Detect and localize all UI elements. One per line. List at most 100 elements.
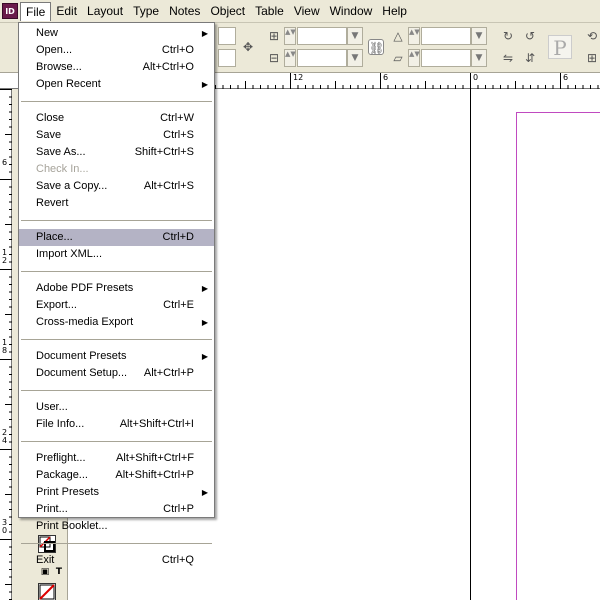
submenu-arrow-icon: ▶	[201, 29, 208, 38]
ruler-label: 6	[383, 73, 389, 82]
file-menu-file-info[interactable]: File Info... Alt+Shift+Ctrl+I	[19, 416, 214, 433]
rotate-cw-icon[interactable]: ↻	[500, 28, 516, 44]
file-menu-print[interactable]: Print... Ctrl+P	[19, 501, 214, 518]
menu-help[interactable]: Help	[377, 2, 412, 21]
menu-separator	[21, 220, 212, 221]
vertical-ruler[interactable]: 6 1 2 1 8 2 4 3 0	[0, 89, 12, 600]
menu-label: User...	[36, 401, 68, 413]
select-container-icon[interactable]: ⟲	[584, 28, 600, 44]
file-menu-document-setup[interactable]: Document Setup... Alt+Ctrl+P	[19, 365, 214, 382]
file-menu-open-recent[interactable]: Open Recent ▶	[19, 76, 214, 93]
menu-table[interactable]: Table	[250, 2, 289, 21]
menu-label: Print Booklet...	[36, 520, 108, 532]
flip-vertical-icon[interactable]: ⇵	[522, 50, 538, 66]
flip-indicator-icon: P	[548, 35, 572, 60]
file-menu-export[interactable]: Export... Ctrl+E	[19, 297, 214, 314]
scale-x-dropdown[interactable]: ▼	[347, 27, 363, 45]
rotate-dropdown[interactable]: ▼	[471, 27, 487, 45]
page-margin-guide	[516, 112, 517, 600]
menu-label: Export...	[36, 299, 77, 311]
ruler-label: 12	[293, 73, 304, 82]
scale-x-stepper[interactable]: ▲▼	[284, 27, 296, 45]
file-menu-user[interactable]: User...	[19, 399, 214, 416]
file-menu-dropdown: New ▶ Open... Ctrl+O Browse... Alt+Ctrl+O O…	[18, 22, 215, 566]
page-margin-guide	[516, 112, 600, 113]
indesign-app-icon[interactable]: ID	[2, 3, 18, 19]
submenu-arrow-icon: ▶	[201, 488, 208, 497]
flip-horizontal-icon[interactable]: ⇋	[500, 50, 516, 66]
menu-label: Document Setup...	[36, 367, 128, 379]
menu-view[interactable]: View	[289, 2, 325, 21]
apply-none-icon[interactable]	[38, 583, 56, 600]
ruler-label: 2 4	[2, 428, 8, 445]
shear-input[interactable]	[421, 49, 471, 67]
file-menu-cross-media-export[interactable]: Cross-media Export ▶	[19, 314, 214, 331]
menu-label: Print Presets	[36, 486, 99, 498]
file-menu-save-a-copy[interactable]: Save a Copy... Alt+Ctrl+S	[19, 178, 214, 195]
file-menu-revert[interactable]: Revert	[19, 195, 214, 212]
spread-spine-line	[470, 89, 471, 600]
scale-x-input[interactable]	[297, 27, 347, 45]
menu-separator	[21, 441, 212, 442]
menu-label: Place...	[36, 231, 73, 243]
file-menu-save-as[interactable]: Save As... Shift+Ctrl+S	[19, 144, 214, 161]
control-field-1[interactable]	[218, 27, 236, 45]
select-content-icon[interactable]: ⊞	[584, 50, 600, 66]
menu-label: File Info...	[36, 418, 85, 430]
file-menu-save[interactable]: Save Ctrl+S	[19, 127, 214, 144]
menu-shortcut: Alt+Shift+Ctrl+P	[115, 469, 194, 481]
menu-shortcut: Ctrl+E	[163, 299, 194, 311]
constrain-proportions-icon[interactable]: ⛓	[368, 39, 384, 55]
reference-point-icon[interactable]: ✥	[240, 39, 256, 55]
file-menu-print-presets[interactable]: Print Presets ▶	[19, 484, 214, 501]
file-menu-import-xml[interactable]: Import XML...	[19, 246, 214, 263]
file-menu-pdf-presets[interactable]: Adobe PDF Presets ▶	[19, 280, 214, 297]
menu-separator	[21, 101, 212, 102]
file-menu-package[interactable]: Package... Alt+Shift+Ctrl+P	[19, 467, 214, 484]
file-menu-close[interactable]: Close Ctrl+W	[19, 110, 214, 127]
scale-y-stepper[interactable]: ▲▼	[284, 49, 296, 67]
menu-label: Open...	[36, 44, 73, 56]
menu-shortcut: Ctrl+W	[160, 112, 194, 124]
scale-y-input[interactable]	[297, 49, 347, 67]
scale-x-icon: ⊞	[268, 29, 280, 43]
ruler-label: 3 0	[2, 518, 8, 535]
file-menu-open[interactable]: Open... Ctrl+O	[19, 42, 214, 59]
menu-shortcut: Alt+Ctrl+O	[142, 61, 194, 73]
file-menu-document-presets[interactable]: Document Presets ▶	[19, 348, 214, 365]
menu-object[interactable]: Object	[205, 2, 250, 21]
rotate-ccw-icon[interactable]: ↺	[522, 28, 538, 44]
rotate-input[interactable]	[421, 27, 471, 45]
apply-none-icon	[39, 584, 55, 600]
rotate-stepper[interactable]: ▲▼	[408, 27, 420, 45]
menu-edit[interactable]: Edit	[51, 2, 82, 21]
shear-dropdown[interactable]: ▼	[471, 49, 487, 67]
menu-separator	[21, 339, 212, 340]
menu-layout[interactable]: Layout	[82, 2, 128, 21]
menu-file[interactable]: File	[20, 1, 52, 21]
menu-bar: ID File Edit Layout Type Notes Object Ta…	[0, 0, 600, 23]
file-menu-preflight[interactable]: Preflight... Alt+Shift+Ctrl+F	[19, 450, 214, 467]
fill-stroke-swatch-icon[interactable]	[38, 535, 56, 553]
menu-notes[interactable]: Notes	[164, 2, 205, 21]
file-menu-new[interactable]: New ▶	[19, 25, 214, 42]
file-menu-place[interactable]: Place... Ctrl+D	[19, 229, 214, 246]
file-menu-exit[interactable]: Exit Ctrl+Q	[19, 552, 214, 569]
shear-stepper[interactable]: ▲▼	[408, 49, 420, 67]
menu-separator	[21, 390, 212, 391]
file-menu-print-booklet[interactable]: Print Booklet...	[19, 518, 214, 535]
shear-angle-icon: ▱	[393, 51, 403, 65]
menu-window[interactable]: Window	[325, 2, 378, 21]
menu-type[interactable]: Type	[128, 2, 164, 21]
menu-label: Package...	[36, 469, 88, 481]
submenu-arrow-icon: ▶	[201, 284, 208, 293]
ruler-label: 6	[563, 73, 569, 82]
file-menu-browse[interactable]: Browse... Alt+Ctrl+O	[19, 59, 214, 76]
control-field-2[interactable]	[218, 49, 236, 67]
menu-shortcut: Ctrl+O	[161, 44, 194, 56]
menu-label: Save	[36, 129, 62, 141]
scale-y-dropdown[interactable]: ▼	[347, 49, 363, 67]
menu-label: Cross-media Export	[36, 316, 134, 328]
menu-shortcut: Ctrl+Q	[161, 554, 194, 566]
menu-label: Save a Copy...	[36, 180, 108, 192]
